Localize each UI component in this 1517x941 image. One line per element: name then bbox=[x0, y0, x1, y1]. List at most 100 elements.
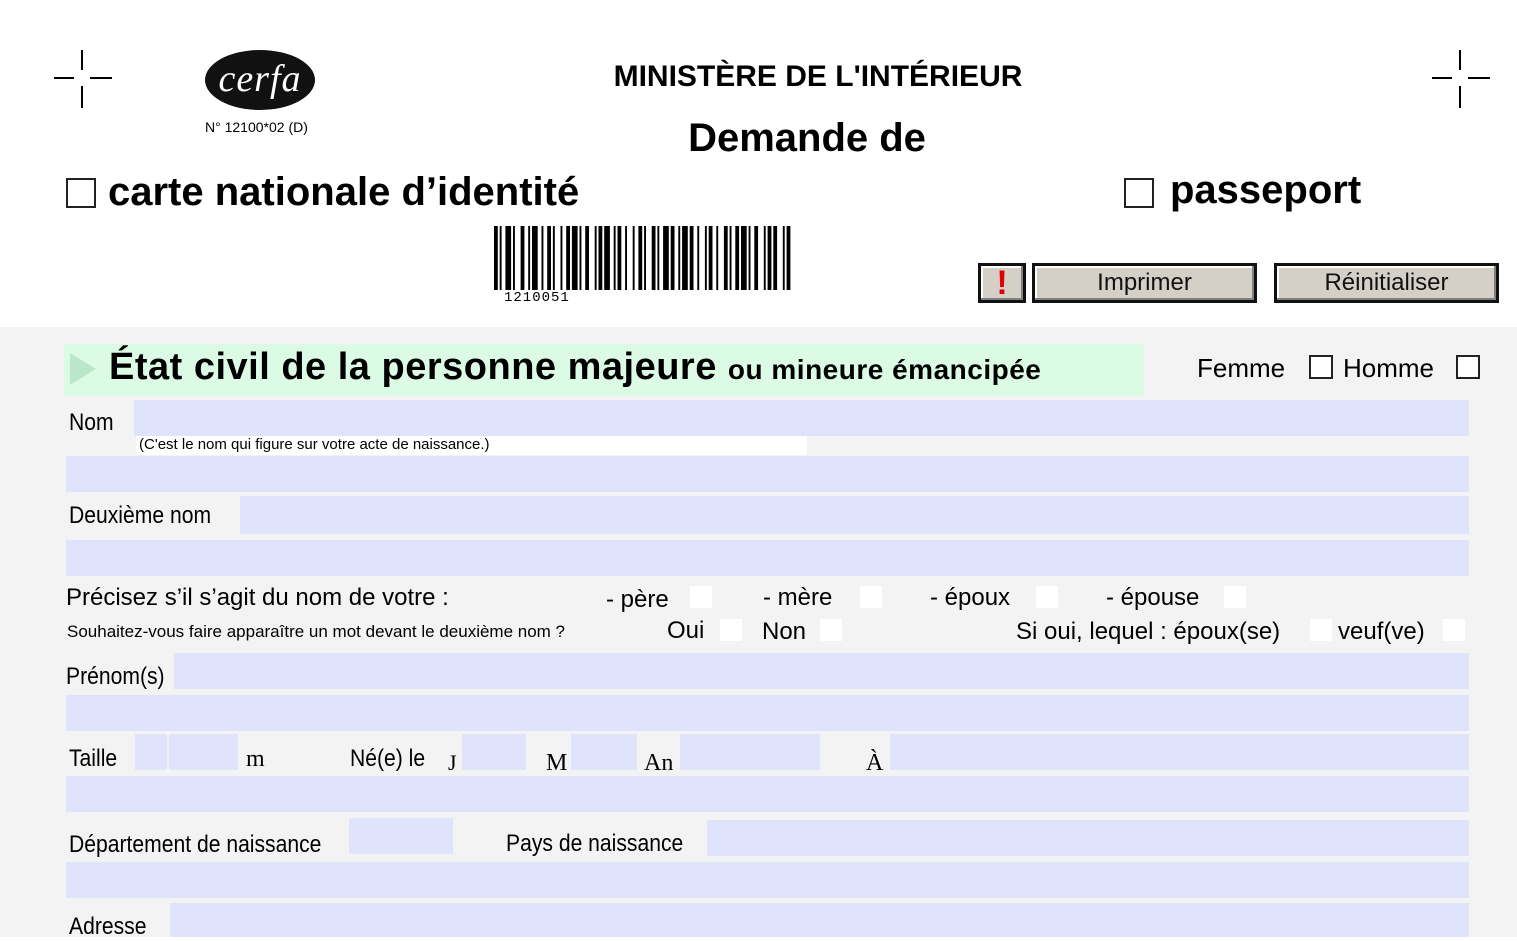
epoux-se-checkbox[interactable] bbox=[1310, 619, 1332, 641]
taille-label: Taille bbox=[69, 745, 118, 772]
epoux-checkbox[interactable] bbox=[1036, 586, 1058, 608]
epouse-checkbox[interactable] bbox=[1224, 586, 1246, 608]
homme-checkbox[interactable] bbox=[1456, 355, 1480, 379]
barcode-bar bbox=[494, 226, 498, 290]
barcode-bar bbox=[566, 226, 570, 290]
prenoms-input-line2[interactable] bbox=[66, 695, 1469, 731]
barcode-bar bbox=[704, 226, 707, 290]
barcode-bar bbox=[644, 226, 646, 290]
barcode-bar bbox=[617, 226, 622, 290]
barcode-bar bbox=[594, 226, 597, 290]
nom-label: Nom bbox=[69, 409, 114, 436]
barcode-bar bbox=[528, 226, 531, 290]
annee-label: An bbox=[644, 750, 674, 776]
departement-label: Département de naissance bbox=[69, 831, 322, 858]
barcode-bar bbox=[571, 226, 578, 290]
barcode-bar bbox=[632, 226, 635, 290]
pere-label: - père bbox=[606, 586, 669, 613]
non-label: Non bbox=[762, 618, 807, 645]
barcode-bar bbox=[786, 226, 791, 290]
departement-input[interactable] bbox=[349, 818, 453, 854]
souhaitez-label: Souhaitez-vous faire apparaître un mot d… bbox=[67, 622, 566, 641]
pays-input-line2[interactable] bbox=[66, 862, 1469, 898]
lieu-naissance-input-line2[interactable] bbox=[66, 776, 1469, 812]
request-title: Demande de bbox=[688, 116, 926, 160]
mois-label: M bbox=[546, 750, 568, 776]
lieu-label: À bbox=[866, 750, 884, 776]
precisez-label: Précisez s’il s’agit du nom de votre : bbox=[66, 584, 449, 611]
barcode-bar bbox=[625, 226, 627, 290]
reset-button[interactable]: Réinitialiser bbox=[1274, 263, 1499, 303]
print-button[interactable]: Imprimer bbox=[1032, 263, 1257, 303]
adresse-input[interactable] bbox=[170, 903, 1469, 937]
epouse-label: - épouse bbox=[1106, 584, 1200, 611]
barcode-bar bbox=[585, 226, 589, 290]
jour-input[interactable] bbox=[462, 734, 526, 770]
barcode-bar bbox=[499, 226, 502, 290]
epoux-label: - époux bbox=[930, 584, 1011, 611]
barcode-bar bbox=[754, 226, 759, 290]
cni-checkbox[interactable] bbox=[66, 178, 96, 208]
cni-label: carte nationale d’identité bbox=[108, 170, 580, 214]
barcode-bar bbox=[678, 226, 681, 290]
pere-checkbox[interactable] bbox=[690, 586, 712, 608]
barcode-bar bbox=[560, 226, 563, 290]
mere-label: - mère bbox=[763, 584, 833, 611]
lieu-naissance-input[interactable] bbox=[890, 734, 1469, 770]
nom-note: (C'est le nom qui figure sur votre acte … bbox=[136, 436, 807, 455]
barcode-bar bbox=[748, 226, 751, 290]
alert-button[interactable]: ! bbox=[978, 263, 1026, 303]
deuxieme-nom-label: Deuxième nom bbox=[69, 502, 212, 529]
mere-checkbox[interactable] bbox=[860, 586, 882, 608]
veuf-checkbox[interactable] bbox=[1443, 619, 1465, 641]
veuf-label: veuf(ve) bbox=[1338, 618, 1425, 645]
nom-input-line2[interactable] bbox=[66, 456, 1469, 492]
section-title-main: État civil de la personne majeure bbox=[109, 346, 717, 388]
barcode-bar bbox=[520, 226, 525, 290]
homme-label: Homme bbox=[1343, 353, 1435, 383]
ministry-title: MINISTÈRE DE L'INTÉRIEUR bbox=[613, 60, 1023, 93]
barcode-bar bbox=[716, 226, 719, 290]
prenoms-label: Prénom(s) bbox=[66, 663, 165, 690]
annee-input[interactable] bbox=[680, 734, 820, 770]
barcode-number: 1210051 bbox=[504, 290, 570, 306]
barcode-bar bbox=[663, 226, 669, 290]
jour-label: J bbox=[448, 750, 457, 775]
barcode-bar bbox=[741, 226, 747, 290]
barcode-bar bbox=[532, 226, 538, 290]
oui-checkbox[interactable] bbox=[720, 619, 742, 641]
deuxieme-nom-input[interactable] bbox=[240, 496, 1469, 534]
oui-label: Oui bbox=[667, 617, 705, 644]
taille-units-input[interactable] bbox=[135, 734, 167, 770]
barcode-bar bbox=[735, 226, 740, 290]
barcode-bar bbox=[513, 226, 515, 290]
barcode-bar bbox=[689, 226, 694, 290]
barcode-bar bbox=[697, 226, 700, 290]
section-title-sub: ou mineure émancipée bbox=[727, 354, 1042, 385]
pays-input[interactable] bbox=[707, 820, 1469, 856]
taille-decimals-input[interactable] bbox=[169, 734, 238, 770]
section-title: État civil de la personne majeure ou min… bbox=[109, 346, 1041, 389]
barcode-bar bbox=[547, 226, 551, 290]
deuxieme-nom-input-line2[interactable] bbox=[66, 540, 1469, 576]
barcode-bar bbox=[604, 226, 610, 290]
barcode-bar bbox=[763, 226, 766, 290]
barcode-bar bbox=[579, 226, 582, 290]
passport-checkbox[interactable] bbox=[1124, 178, 1154, 208]
prenoms-input[interactable] bbox=[174, 653, 1469, 689]
section-arrow-icon bbox=[70, 353, 96, 385]
barcode-bar bbox=[541, 226, 544, 290]
barcode-bar bbox=[638, 226, 643, 290]
nom-input[interactable] bbox=[134, 400, 1469, 436]
taille-unit: m bbox=[246, 746, 265, 772]
si-oui-label: Si oui, lequel : époux(se) bbox=[1016, 618, 1281, 645]
barcode-bar bbox=[767, 226, 772, 290]
barcode-bar bbox=[613, 226, 616, 290]
mois-input[interactable] bbox=[571, 734, 637, 770]
pays-label: Pays de naissance bbox=[506, 830, 684, 857]
barcode-bar bbox=[773, 226, 778, 290]
barcode-bar bbox=[657, 226, 660, 290]
non-checkbox[interactable] bbox=[820, 619, 842, 641]
barcode-bar bbox=[723, 226, 728, 290]
femme-checkbox[interactable] bbox=[1309, 355, 1333, 379]
